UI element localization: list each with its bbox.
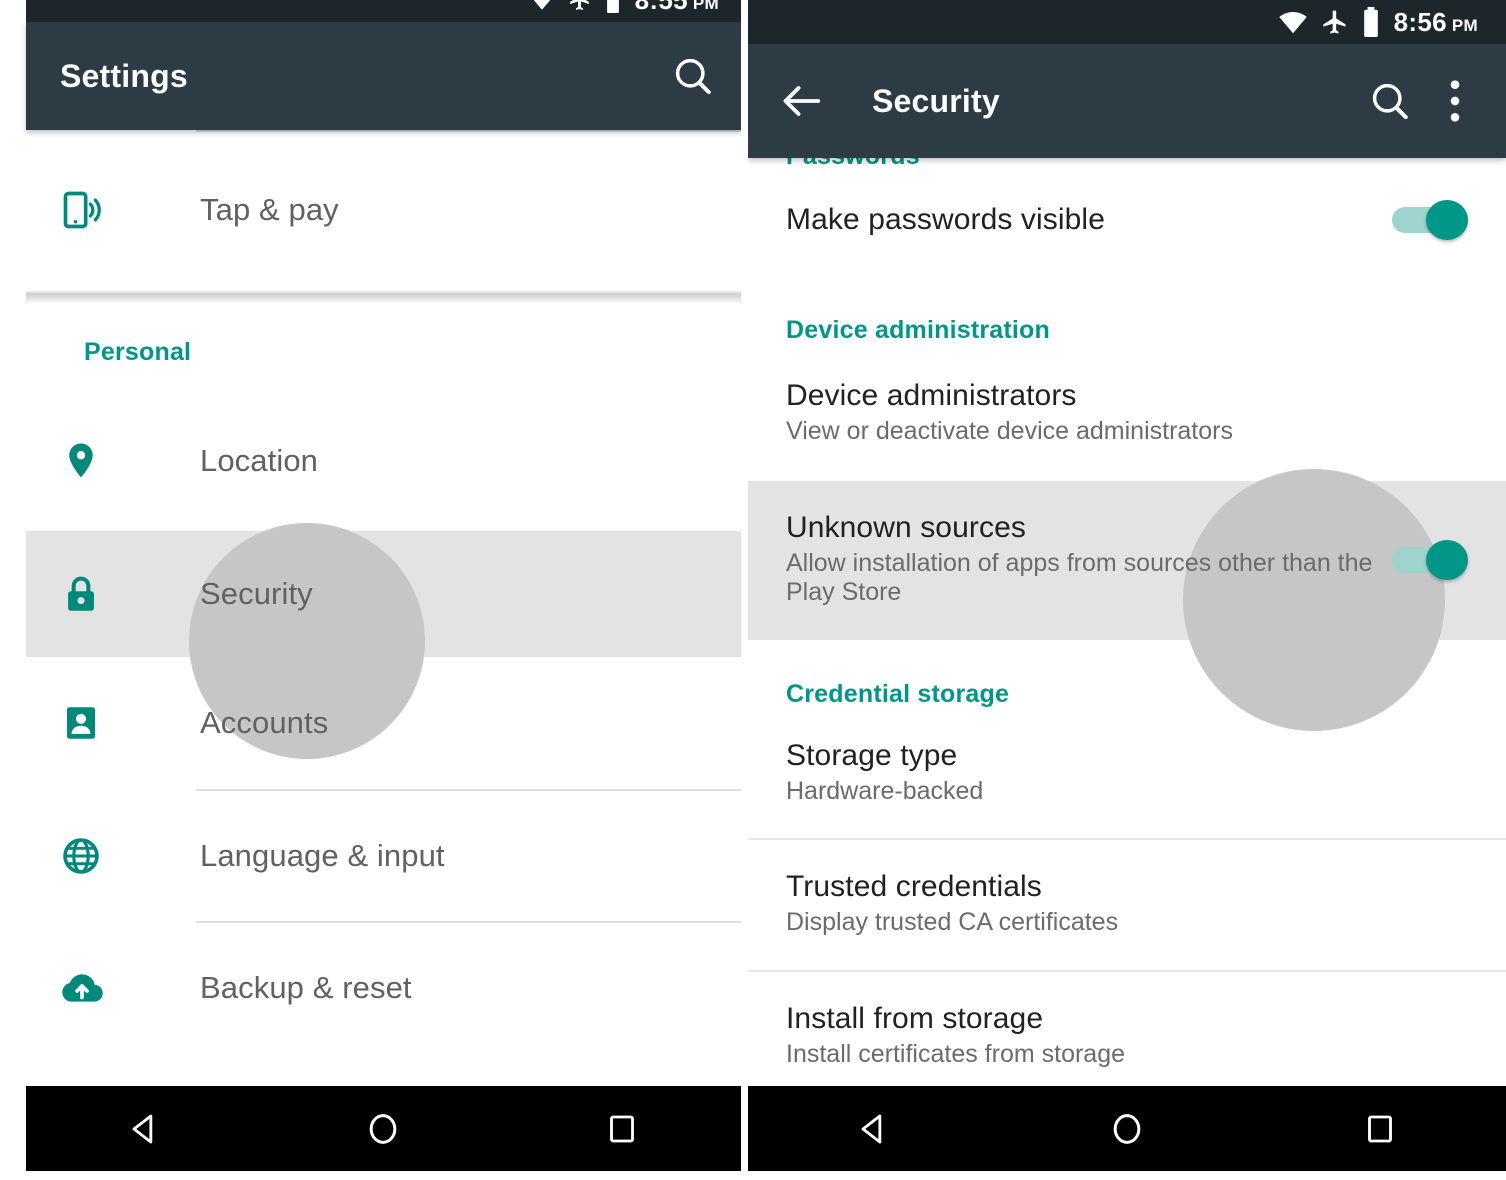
right-time-ampm: PM [1451,15,1478,35]
right-time-value: 8:56 [1393,6,1447,37]
dual-screenshot-container: 8:55 PM Settings [0,0,1506,1180]
setting-title: Storage type [786,738,958,772]
home-nav-icon[interactable] [338,1086,428,1171]
right-toolbar: Security [748,44,1506,158]
settings-list[interactable]: Tap & pay Personal Location Security Acc… [26,130,741,1075]
sidebar-item-location[interactable]: Location [26,391,741,531]
sidebar-item-label: Language & input [200,838,445,873]
location-pin-icon [60,440,130,482]
section-header-device-administration: Device administration [786,316,1051,344]
left-status-icons [529,0,621,13]
wifi-icon [1278,7,1308,37]
section-header-passwords: Passwords [748,158,1506,168]
home-nav-icon[interactable] [1082,1086,1172,1171]
recents-nav-icon[interactable] [1335,1086,1425,1171]
sidebar-item-label: Tap & pay [200,192,339,227]
back-nav-icon[interactable] [100,1086,190,1171]
security-page-title: Security [872,82,1000,119]
sidebar-item-label: Location [200,443,319,478]
setting-row-trusted-credentials[interactable]: Trusted credentials Display trusted CA c… [748,840,1506,970]
right-status-time: 8:56 PM [1394,7,1478,38]
section-header-credential-storage: Credential storage [786,679,1010,708]
setting-row-unknown-sources[interactable]: Unknown sources Allow installation of ap… [748,468,1506,731]
account-badge-icon [60,702,130,744]
globe-icon [60,835,130,877]
left-status-bar: 8:55 PM [26,0,741,22]
setting-subtitle: Hardware-backed [786,776,984,805]
right-status-bar: 8:56 PM [748,0,1506,44]
settings-page-title: Settings [60,57,188,94]
setting-title: Trusted credentials [786,870,1042,903]
sidebar-item-label: Backup & reset [200,970,412,1005]
toggle-thumb [1426,540,1468,580]
left-phone-screen: 8:55 PM Settings [0,0,741,1180]
wifi-icon [529,0,555,13]
setting-row-storage-type[interactable]: Storage type Hardware-backed [748,709,1506,839]
right-phone-screen: 8:56 PM Security Passwords Make password… [748,0,1506,1180]
setting-title: Device administrators [786,379,1077,412]
tap-and-pay-icon [60,188,130,232]
left-time-ampm: PM [692,0,719,13]
airplane-mode-icon [568,0,592,12]
setting-subtitle: Install certificates from storage [786,1039,1126,1068]
left-time-value: 8:55 [635,0,688,16]
battery-icon [1362,7,1380,37]
make-passwords-visible-toggle[interactable] [1392,200,1468,240]
battery-icon [605,0,621,13]
recents-nav-icon[interactable] [577,1086,667,1171]
overflow-menu-icon[interactable] [1432,71,1478,131]
sidebar-item-security[interactable]: Security [26,523,741,759]
sidebar-item-label: Security [200,576,313,611]
setting-row-install-from-storage[interactable]: Install from storage Install certificate… [748,972,1506,1081]
left-status-time: 8:55 PM [635,0,719,16]
sidebar-item-label: Accounts [200,705,329,740]
lock-icon [60,573,130,615]
section-header-personal: Personal [84,338,192,366]
cloud-upload-icon [60,966,130,1010]
setting-title: Unknown sources [786,510,1026,544]
sidebar-item-backup-and-reset[interactable]: Backup & reset [26,923,741,1053]
setting-subtitle: Allow installation of apps from sources … [786,548,1373,607]
spacer [26,304,741,338]
toggle-thumb [1426,200,1468,240]
sidebar-item-language-and-input[interactable]: Language & input [26,791,741,921]
setting-subtitle: View or deactivate device administrators [786,417,1233,445]
left-toolbar: Settings [26,22,741,130]
section-separator [26,290,741,304]
setting-title: Make passwords visible [786,203,1105,236]
setting-subtitle: Display trusted CA certificates [786,908,1119,936]
airplane-mode-icon [1321,8,1349,36]
sidebar-item-tap-and-pay[interactable]: Tap & pay [26,130,741,290]
back-nav-icon[interactable] [829,1086,919,1171]
sidebar-item-accounts[interactable]: Accounts [26,657,741,789]
security-settings-list[interactable]: Passwords Make passwords visible Device … [748,158,1506,1080]
search-icon[interactable] [1360,71,1420,131]
right-status-icons [1278,7,1380,37]
left-navigation-bar [26,1086,741,1171]
setting-title: Install from storage [786,1001,1044,1035]
unknown-sources-toggle[interactable] [1392,540,1468,580]
back-arrow-icon[interactable] [774,73,830,129]
panel-gap [741,0,748,1180]
search-icon[interactable] [671,54,715,98]
setting-row-make-passwords-visible[interactable]: Make passwords visible [748,168,1506,272]
right-navigation-bar [748,1086,1506,1171]
setting-row-device-administrators[interactable]: Device administrators View or deactivate… [748,345,1506,481]
